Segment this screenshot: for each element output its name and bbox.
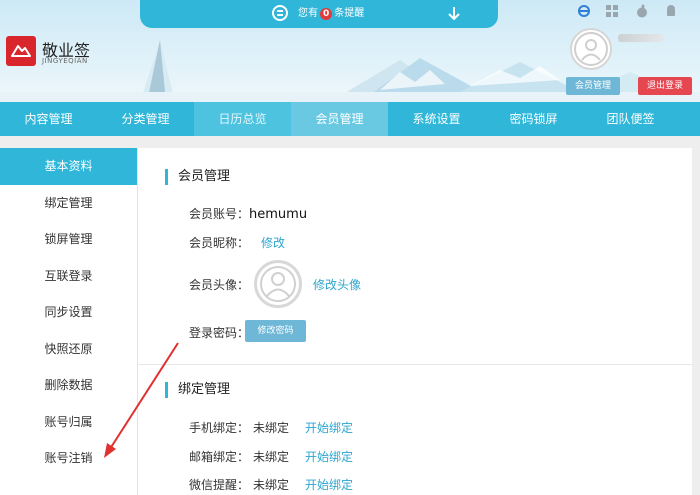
logo-mark-icon bbox=[11, 45, 31, 57]
user-avatar[interactable] bbox=[570, 28, 612, 70]
sidebar-item-account-deletion[interactable]: 账号注销 bbox=[0, 440, 137, 477]
member-section-title: 会员管理 bbox=[165, 169, 230, 185]
notification-text: 您有 0 条提醒 bbox=[298, 0, 364, 28]
email-binding-status: 未绑定 bbox=[253, 450, 290, 464]
sidebar-item-account-ownership[interactable]: 账号归属 bbox=[0, 404, 137, 441]
nickname-row: 会员昵称： 修改 bbox=[189, 234, 285, 251]
phone-binding-link[interactable]: 开始绑定 bbox=[305, 419, 353, 436]
sidebar-item-sync-settings[interactable]: 同步设置 bbox=[0, 294, 137, 331]
arrow-down-icon[interactable] bbox=[446, 4, 462, 24]
logout-button[interactable]: 退出登录 bbox=[638, 77, 692, 95]
email-binding-label: 邮箱绑定： bbox=[189, 450, 250, 464]
wechat-binding-label: 微信提醒： bbox=[189, 478, 250, 492]
sidebar-item-snapshot-restore[interactable]: 快照还原 bbox=[0, 331, 137, 368]
nav-calendar-overview[interactable]: 日历总览 bbox=[194, 102, 291, 136]
nav-team-notes[interactable]: 团队便签 bbox=[582, 102, 679, 136]
member-management-button[interactable]: 会员管理 bbox=[566, 77, 620, 95]
sidebar: 基本资料 绑定管理 锁屏管理 互联登录 同步设置 快照还原 删除数据 账号归属 … bbox=[0, 148, 138, 495]
member-avatar[interactable] bbox=[254, 260, 302, 308]
edit-nickname-link[interactable]: 修改 bbox=[261, 234, 285, 251]
sidebar-item-lock-screen[interactable]: 锁屏管理 bbox=[0, 221, 137, 258]
main-nav: 内容管理 分类管理 日历总览 会员管理 系统设置 密码锁屏 团队便签 bbox=[0, 102, 700, 136]
wechat-binding-link[interactable]: 开始绑定 bbox=[305, 476, 353, 493]
phone-binding-label: 手机绑定： bbox=[189, 421, 250, 435]
avatar-row-label: 会员头像： bbox=[189, 278, 250, 292]
logo[interactable] bbox=[6, 36, 36, 66]
nickname-label: 会员昵称： bbox=[189, 236, 250, 250]
notification-bar[interactable]: 您有 0 条提醒 bbox=[140, 0, 498, 28]
sidebar-item-basic-info[interactable]: 基本资料 bbox=[0, 148, 137, 185]
nav-category-management[interactable]: 分类管理 bbox=[97, 102, 194, 136]
wechat-binding-status: 未绑定 bbox=[253, 478, 290, 492]
account-label: 会员账号： bbox=[189, 207, 250, 221]
nav-member-management[interactable]: 会员管理 bbox=[291, 102, 388, 136]
brand-subtitle: JINGYEQIAN bbox=[42, 57, 88, 65]
notice-suffix: 条提醒 bbox=[334, 8, 365, 19]
username-blurred bbox=[618, 34, 664, 42]
android-icon[interactable] bbox=[664, 4, 678, 18]
email-binding-row: 邮箱绑定： 未绑定 开始绑定 bbox=[189, 448, 353, 465]
notice-count-badge: 0 bbox=[320, 8, 333, 20]
notice-prefix: 您有 bbox=[298, 8, 318, 19]
nav-password-lock[interactable]: 密码锁屏 bbox=[485, 102, 582, 136]
phone-binding-status: 未绑定 bbox=[253, 421, 290, 435]
user-silhouette-icon bbox=[574, 32, 608, 66]
section-divider bbox=[138, 364, 692, 365]
password-label: 登录密码： bbox=[189, 326, 250, 340]
ie-icon[interactable] bbox=[577, 4, 591, 18]
edit-avatar-link[interactable]: 修改头像 bbox=[313, 276, 361, 293]
main-panel: 会员管理 会员账号：hemumu 会员昵称： 修改 会员头像： 修改头像 登录密码… bbox=[138, 148, 692, 495]
avatar-placeholder-icon bbox=[260, 266, 296, 302]
account-value: hemumu bbox=[249, 207, 308, 222]
nav-system-settings[interactable]: 系统设置 bbox=[388, 102, 485, 136]
app-header: 您有 0 条提醒 敬业签 JINGYEQIAN 会员管理 退出登录 bbox=[0, 0, 700, 102]
windows-icon[interactable] bbox=[605, 4, 619, 18]
sidebar-item-social-login[interactable]: 互联登录 bbox=[0, 258, 137, 295]
sidebar-item-delete-data[interactable]: 删除数据 bbox=[0, 367, 137, 404]
email-binding-link[interactable]: 开始绑定 bbox=[305, 448, 353, 465]
phone-binding-row: 手机绑定： 未绑定 开始绑定 bbox=[189, 419, 353, 436]
apple-icon[interactable] bbox=[635, 4, 649, 18]
wechat-binding-row: 微信提醒： 未绑定 开始绑定 bbox=[189, 476, 353, 493]
binding-section-title: 绑定管理 bbox=[165, 382, 230, 398]
account-row: 会员账号：hemumu bbox=[189, 205, 307, 222]
change-password-button[interactable]: 修改密码 bbox=[245, 320, 306, 342]
nav-content-management[interactable]: 内容管理 bbox=[0, 102, 97, 136]
chat-bubble-icon bbox=[272, 5, 288, 21]
sidebar-item-binding[interactable]: 绑定管理 bbox=[0, 185, 137, 222]
